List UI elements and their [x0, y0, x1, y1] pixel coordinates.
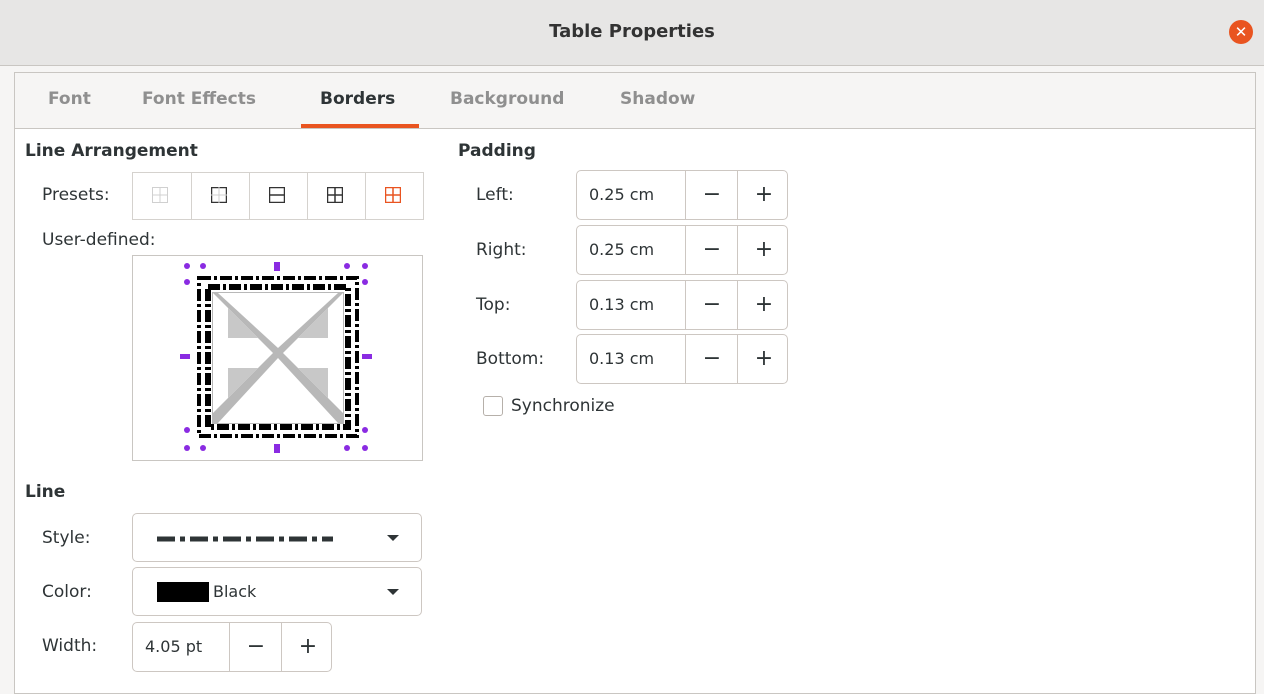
tab-font[interactable]: Font [48, 89, 91, 109]
padding-top-stepper[interactable]: 0.13 cm − + [576, 280, 788, 330]
padding-right-label: Right: [476, 240, 527, 260]
color-value: Black [213, 582, 257, 601]
padding-heading: Padding [458, 141, 536, 161]
line-width-value[interactable]: 4.05 pt [145, 637, 202, 656]
line-arrangement-heading: Line Arrangement [25, 141, 198, 161]
presets-label: Presets: [42, 185, 110, 205]
line-heading: Line [25, 482, 66, 502]
close-icon[interactable]: ✕ [1229, 20, 1253, 44]
chevron-down-icon [387, 589, 399, 595]
padding-right-value[interactable]: 0.25 cm [589, 240, 654, 259]
decrement-button[interactable]: − [229, 623, 282, 671]
tab-bar: Font Font Effects Borders Background Sha… [15, 73, 1255, 129]
tab-background[interactable]: Background [450, 89, 564, 109]
decrement-button[interactable]: − [685, 226, 738, 274]
border-preview-graphic [180, 262, 372, 453]
increment-button[interactable]: + [737, 281, 790, 329]
padding-bottom-stepper[interactable]: 0.13 cm − + [576, 334, 788, 384]
active-tab-indicator [301, 124, 419, 128]
padding-left-value[interactable]: 0.25 cm [589, 185, 654, 204]
dialog-title: Table Properties [549, 21, 715, 42]
line-width-stepper[interactable]: 4.05 pt − + [132, 622, 332, 672]
increment-button[interactable]: + [281, 623, 334, 671]
presets-group [132, 172, 424, 220]
increment-button[interactable]: + [737, 226, 790, 274]
dash-dot-line-icon [157, 536, 333, 542]
decrement-button[interactable]: − [685, 335, 738, 383]
border-preview[interactable] [132, 255, 423, 461]
padding-top-value[interactable]: 0.13 cm [589, 295, 654, 314]
tab-font-effects[interactable]: Font Effects [142, 89, 256, 109]
preset-none-icon[interactable] [133, 173, 189, 219]
padding-left-label: Left: [476, 185, 514, 205]
color-swatch [157, 582, 209, 602]
user-defined-label: User-defined: [42, 230, 156, 250]
tab-shadow[interactable]: Shadow [620, 89, 695, 109]
increment-button[interactable]: + [737, 171, 790, 219]
line-color-dropdown[interactable]: Black [132, 567, 422, 616]
color-label: Color: [42, 582, 92, 602]
padding-bottom-value[interactable]: 0.13 cm [589, 349, 654, 368]
style-label: Style: [42, 528, 91, 548]
preset-outer-border-icon[interactable] [191, 173, 247, 219]
tab-borders[interactable]: Borders [320, 89, 395, 109]
decrement-button[interactable]: − [685, 281, 738, 329]
line-style-dropdown[interactable] [132, 513, 422, 562]
padding-right-stepper[interactable]: 0.25 cm − + [576, 225, 788, 275]
synchronize-checkbox[interactable] [483, 396, 503, 416]
title-bar: Table Properties ✕ [0, 0, 1264, 66]
chevron-down-icon [387, 535, 399, 541]
synchronize-label[interactable]: Synchronize [511, 396, 615, 416]
width-label: Width: [42, 636, 98, 656]
padding-bottom-label: Bottom: [476, 349, 545, 369]
padding-left-stepper[interactable]: 0.25 cm − + [576, 170, 788, 220]
preset-outer-horizontal-icon[interactable] [249, 173, 305, 219]
decrement-button[interactable]: − [685, 171, 738, 219]
preset-outer-all-inner-icon[interactable] [307, 173, 363, 219]
padding-top-label: Top: [476, 295, 511, 315]
preset-outer-no-inner-icon[interactable] [365, 173, 421, 219]
increment-button[interactable]: + [737, 335, 790, 383]
